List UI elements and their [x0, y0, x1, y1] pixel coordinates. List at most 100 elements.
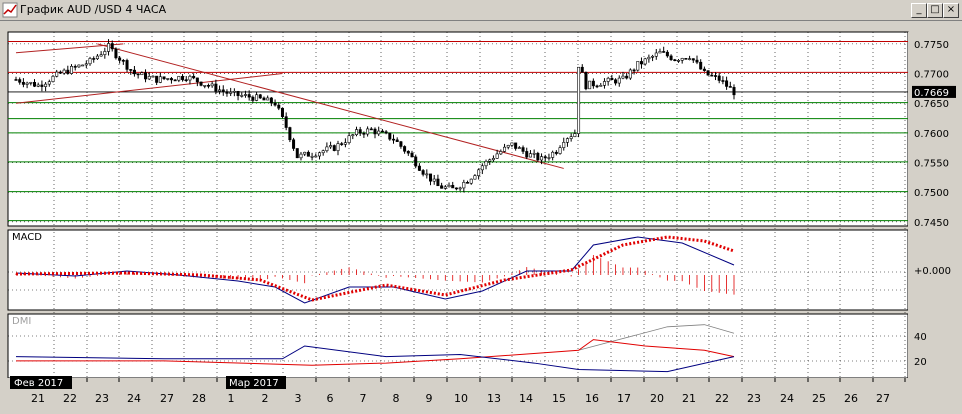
candle-body [373, 128, 377, 135]
candle-body [384, 131, 388, 134]
candle-body [51, 75, 55, 82]
candle-body [706, 70, 710, 76]
candle-body [33, 81, 37, 87]
price-tick-label: 0.7650 [914, 99, 949, 110]
candle-body [725, 80, 729, 87]
dmi-panel[interactable] [7, 313, 909, 379]
candle-body [721, 80, 725, 82]
candle-body [377, 130, 381, 135]
candle-body [554, 151, 558, 154]
candle-body [177, 76, 181, 81]
x-tick-label: 8 [393, 392, 400, 405]
candle-body [40, 84, 44, 87]
candle-body [199, 81, 203, 86]
candle-body [421, 170, 425, 175]
candle-body [243, 94, 247, 96]
candle-body [155, 75, 159, 83]
candle-body [662, 51, 666, 53]
chart-area[interactable]: 0.7750 0.7700 0.7650 0.7600 0.7550 0.7500 0.74… [0, 20, 962, 414]
candle-body [432, 178, 436, 182]
candle-body [595, 85, 599, 88]
candle-body [584, 72, 588, 90]
candle-body [684, 58, 688, 60]
candle-body [232, 90, 236, 93]
candle-body [218, 89, 222, 92]
candle-body [214, 83, 218, 92]
candle-body [695, 59, 699, 63]
candle-body [676, 60, 680, 62]
candle-body [354, 129, 358, 136]
candle-body [169, 78, 173, 81]
candle-body [562, 142, 566, 148]
candle-body [406, 150, 410, 154]
candle-body [588, 80, 592, 90]
candle-body [429, 173, 433, 182]
candle-body [347, 135, 351, 143]
macd-zero-label: +0.000 [914, 266, 951, 277]
candle-body [451, 184, 455, 189]
candle-body [454, 187, 458, 190]
x-tick-label: 24 [780, 392, 794, 405]
candle-body [292, 139, 296, 149]
candle-body [158, 76, 162, 83]
price-tick-label: 0.7600 [914, 129, 949, 140]
candle-body [495, 153, 499, 159]
candle-body [284, 116, 288, 128]
candle-body [717, 75, 721, 81]
current-price-label: 0.7669 [914, 88, 949, 99]
month-badge-feb-label: Фев 2017 [14, 378, 63, 389]
candle-body [366, 128, 370, 135]
candle-body [466, 182, 470, 184]
candle-body [99, 54, 103, 57]
candle-body [62, 69, 66, 74]
title-bar[interactable]: График AUD /USD 4 ЧАСА _ □ × [0, 0, 962, 21]
chart-window: График AUD /USD 4 ЧАСА _ □ × 0.7750 0.770… [0, 0, 962, 414]
x-tick-label: 7 [360, 392, 367, 405]
candle-body [636, 61, 640, 71]
x-tick-label: 13 [487, 392, 501, 405]
macd-panel[interactable] [7, 229, 909, 311]
candle-body [565, 138, 569, 143]
candle-body [21, 81, 25, 85]
candle-body [658, 51, 662, 54]
x-tick-label: 22 [63, 392, 77, 405]
price-panel[interactable] [7, 31, 909, 227]
candle-body [44, 83, 48, 87]
candle-body [369, 128, 373, 131]
candle-body [14, 79, 18, 81]
minimize-button[interactable]: _ [911, 3, 927, 18]
candle-body [699, 61, 703, 70]
candle-body [295, 148, 299, 159]
candle-body [266, 97, 270, 101]
maximize-button[interactable]: □ [927, 3, 943, 18]
x-tick-label: 1 [228, 392, 235, 405]
x-tick-label: 27 [876, 392, 890, 405]
candle-body [317, 152, 321, 157]
candle-body [114, 48, 118, 59]
candle-body [532, 152, 536, 155]
candle-body [399, 141, 403, 147]
candle-body [151, 75, 155, 78]
candle-body [395, 139, 399, 142]
candle-body [73, 66, 77, 68]
candle-body [362, 132, 366, 135]
x-tick-label: 3 [295, 392, 302, 405]
candle-body [536, 152, 540, 161]
candle-body [18, 79, 22, 83]
x-tick-label: 6 [327, 392, 334, 405]
candle-body [732, 87, 736, 96]
candle-body [125, 60, 129, 70]
candle-body [569, 136, 573, 139]
candle-body [251, 96, 255, 101]
candle-body [103, 51, 107, 55]
candle-body [436, 178, 440, 187]
close-button[interactable]: × [943, 3, 959, 18]
candle-body [258, 94, 262, 99]
candle-body [639, 61, 643, 65]
x-tick-label: 14 [519, 392, 533, 405]
candle-body [136, 73, 140, 76]
candle-body [173, 79, 177, 82]
month-badge-mar-label: Мар 2017 [229, 378, 279, 389]
x-tick-label: 23 [95, 392, 109, 405]
candle-body [280, 107, 284, 117]
